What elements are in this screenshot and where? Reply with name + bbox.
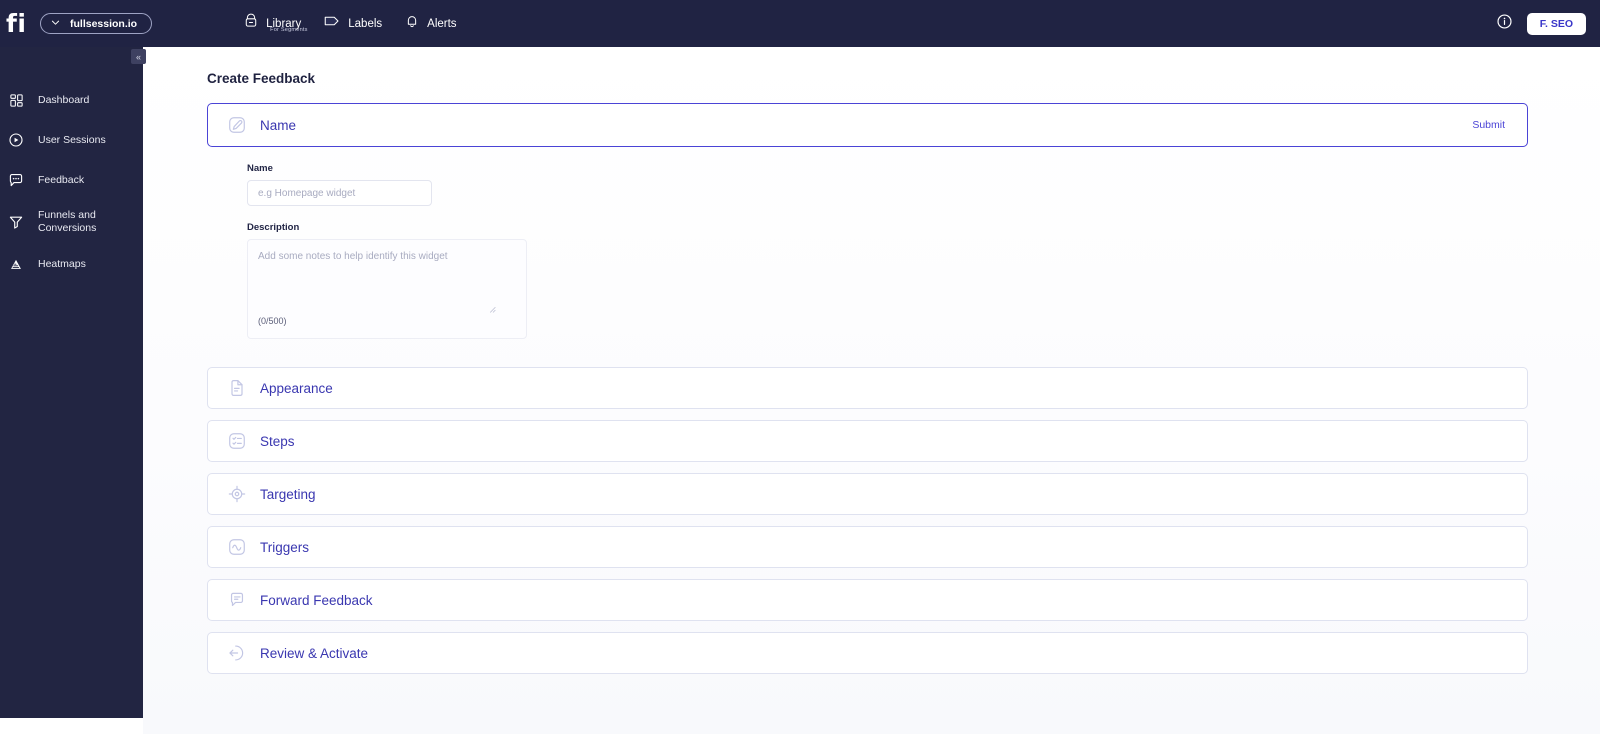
- section-title-targeting: Targeting: [260, 486, 316, 502]
- label-tag-icon: [323, 13, 341, 34]
- submit-button[interactable]: Submit: [1472, 119, 1505, 131]
- name-section-panel: Name Description (0/500): [207, 147, 1528, 339]
- description-field-group: Description (0/500): [247, 222, 1528, 339]
- section-card-triggers[interactable]: Triggers: [207, 526, 1528, 568]
- site-selector[interactable]: fullsession.io: [40, 13, 153, 34]
- description-shell: (0/500): [247, 239, 527, 339]
- name-input[interactable]: [247, 180, 432, 206]
- app-root: fi fullsession.io Library For Segments L…: [0, 0, 1600, 734]
- top-nav-item-labels[interactable]: Labels: [323, 0, 382, 47]
- dashboard-grid-icon: [6, 93, 26, 108]
- description-char-count: (0/500): [258, 316, 287, 326]
- sidebar-item-funnels-and-conversions[interactable]: Funnels and Conversions: [0, 200, 143, 244]
- checklist-icon: [226, 430, 248, 452]
- sidebar-item-feedback[interactable]: Feedback: [0, 160, 143, 200]
- main-content: Create Feedback Name Submit Name Desc: [143, 47, 1600, 734]
- section-card-targeting[interactable]: Targeting: [207, 473, 1528, 515]
- site-selector-label: fullsession.io: [70, 17, 138, 30]
- section-title-name: Name: [260, 117, 297, 133]
- sidebar-label-dashboard: Dashboard: [38, 93, 90, 106]
- sidebar-collapse-toggle[interactable]: «: [131, 49, 146, 64]
- chevron-down-icon: [50, 17, 61, 31]
- crosshair-icon: [226, 483, 248, 505]
- sidebar-label-feedback: Feedback: [38, 173, 85, 186]
- play-circle-icon: [6, 132, 26, 148]
- chat-bubble-icon: [6, 172, 26, 188]
- section-title-appearance: Appearance: [260, 380, 333, 396]
- section-card-review-activate[interactable]: Review & Activate: [207, 632, 1528, 674]
- pencil-square-icon: [226, 114, 248, 136]
- heatmap-icon: [6, 257, 26, 272]
- section-title-review-activate: Review & Activate: [260, 645, 369, 661]
- section-card-name[interactable]: Name Submit: [207, 103, 1528, 147]
- top-bar: fi fullsession.io Library For Segments L…: [0, 0, 1600, 47]
- section-card-list: Name Submit Name Description: [207, 103, 1528, 674]
- sidebar-item-heatmaps[interactable]: Heatmaps: [0, 244, 143, 284]
- sidebar-label-funnels-and-conversions: Funnels and Conversions: [38, 209, 97, 234]
- top-nav-item-library[interactable]: Library For Segments: [243, 0, 307, 47]
- top-nav-label-alerts: Alerts: [427, 17, 457, 30]
- top-nav-sublabel-library: For Segments: [270, 27, 308, 33]
- sidebar: Dashboard User Sessions Feedback Funnels…: [0, 47, 143, 718]
- section-title-triggers: Triggers: [260, 539, 310, 555]
- sidebar-label-user-sessions: User Sessions: [38, 133, 106, 146]
- info-circle-icon[interactable]: [1496, 13, 1513, 35]
- document-icon: [226, 377, 248, 399]
- top-nav: Library For Segments Labels Alerts: [243, 0, 457, 47]
- page-title: Create Feedback: [207, 71, 316, 86]
- user-account-button[interactable]: F. SEO: [1526, 12, 1586, 35]
- section-card-steps[interactable]: Steps: [207, 420, 1528, 462]
- section-card-forward-feedback[interactable]: Forward Feedback: [207, 579, 1528, 621]
- top-bar-right: F. SEO: [1496, 0, 1586, 47]
- section-card-appearance[interactable]: Appearance: [207, 367, 1528, 409]
- user-account-label: F. SEO: [1539, 17, 1573, 30]
- funnel-icon: [6, 214, 26, 230]
- library-icon: [243, 13, 259, 34]
- sidebar-item-user-sessions[interactable]: User Sessions: [0, 120, 143, 160]
- section-title-forward-feedback: Forward Feedback: [260, 592, 373, 608]
- forward-chat-icon: [226, 589, 248, 611]
- sidebar-label-heatmaps: Heatmaps: [38, 257, 86, 270]
- app-logo: fi: [6, 9, 27, 38]
- top-nav-item-alerts[interactable]: Alerts: [404, 0, 457, 47]
- description-textarea[interactable]: [258, 250, 516, 306]
- top-nav-label-labels: Labels: [348, 17, 383, 30]
- arrow-left-circle-icon: [226, 642, 248, 664]
- section-title-steps: Steps: [260, 433, 295, 449]
- pulse-square-icon: [226, 536, 248, 558]
- description-field-label: Description: [247, 222, 300, 233]
- sidebar-item-dashboard[interactable]: Dashboard: [0, 80, 143, 120]
- bell-icon: [404, 13, 420, 34]
- name-field-label: Name: [247, 163, 273, 174]
